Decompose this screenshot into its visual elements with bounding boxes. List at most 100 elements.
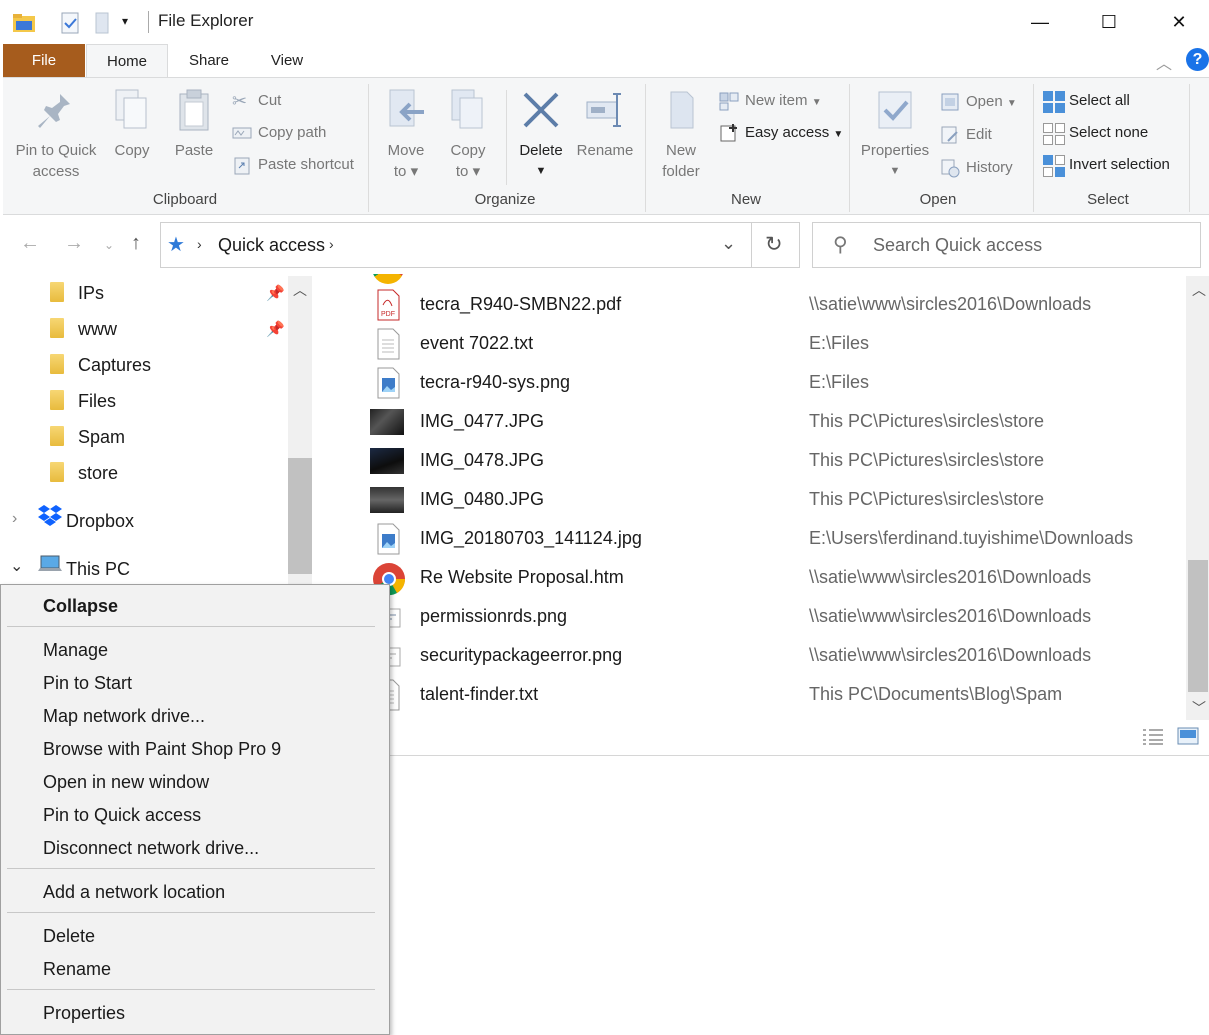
list-item[interactable]: IMG_20180703_141124.jpg E:\Users\ferdina… [316, 520, 1186, 559]
menu-item-add-network-location[interactable]: Add a network location [43, 878, 225, 906]
quick-access-star-icon: ★ [167, 234, 185, 256]
list-item[interactable]: event 7022.txt E:\Files [316, 325, 1186, 364]
menu-item-pin-quick-access[interactable]: Pin to Quick access [43, 801, 201, 829]
new-folder-icon [659, 86, 703, 134]
details-view-icon[interactable] [1142, 728, 1164, 751]
up-arrow-icon[interactable]: ↑ [131, 232, 141, 255]
window-title: File Explorer [158, 11, 254, 30]
menu-item-pin-to-start[interactable]: Pin to Start [43, 669, 132, 697]
folder-icon [50, 318, 64, 339]
tab-view[interactable]: View [250, 44, 324, 77]
menu-separator [7, 912, 375, 913]
delete-button[interactable]: Delete ▼ [513, 86, 569, 182]
search-box[interactable]: ⚲ Search Quick access [812, 222, 1201, 268]
tab-share[interactable]: Share [170, 44, 248, 77]
close-button[interactable]: ✕ [1156, 0, 1202, 44]
file-list-scrollbar-thumb[interactable] [1188, 560, 1208, 692]
pinned-icon[interactable]: 📌 [266, 320, 285, 338]
new-item-button[interactable]: New item ▼ [719, 89, 822, 113]
invert-selection-button[interactable]: Invert selection [1043, 153, 1170, 178]
expand-chevron-icon[interactable]: › [12, 510, 17, 528]
new-item-icon [719, 91, 739, 111]
move-to-icon [384, 86, 428, 134]
scroll-down-icon[interactable]: ﹀ [1192, 698, 1206, 718]
pdf-icon: PDF [372, 289, 404, 321]
rename-button[interactable]: Rename [575, 86, 635, 161]
nav-item-store[interactable]: store [50, 456, 118, 490]
breadcrumb-chevron-icon[interactable]: › [329, 236, 334, 252]
nav-scrollbar-thumb[interactable] [288, 458, 312, 574]
list-item[interactable]: tecra-r940-sys.png E:\Files [316, 364, 1186, 403]
large-icons-view-icon[interactable] [1177, 727, 1199, 750]
list-item[interactable]: talent-finder.txt This PC\Documents\Blog… [316, 676, 1186, 715]
menu-item-collapse[interactable]: Collapse [43, 592, 118, 620]
pinned-icon[interactable]: 📌 [266, 284, 285, 302]
address-bar[interactable]: ★ › Quick access › ⌄ ↻ [160, 222, 800, 268]
menu-item-delete[interactable]: Delete [43, 922, 95, 950]
menu-item-rename[interactable]: Rename [43, 955, 111, 983]
nav-item-ips[interactable]: IPs [50, 276, 104, 310]
menu-item-browse-psp[interactable]: Browse with Paint Shop Pro 9 [43, 735, 281, 763]
list-item[interactable]: IMG_0478.JPG This PC\Pictures\sircles\st… [316, 442, 1186, 481]
list-item[interactable]: IMG_0480.JPG This PC\Pictures\sircles\st… [316, 481, 1186, 520]
list-item[interactable]: permissionrds.png \\satie\www\sircles201… [316, 598, 1186, 637]
select-all-button[interactable]: Select all [1043, 89, 1130, 114]
paste-button[interactable]: Paste [169, 86, 219, 161]
nav-item-captures[interactable]: Captures [50, 348, 151, 382]
pin-to-quick-access-button[interactable]: Pin to Quick access [11, 86, 101, 182]
minimize-button[interactable]: — [1017, 0, 1063, 44]
address-row: ← → ⌄ ↑ ★ › Quick access › ⌄ ↻ ⚲ Search … [0, 216, 1209, 274]
list-item[interactable]: Re Website Proposal.htm \\satie\www\sirc… [316, 559, 1186, 598]
list-item[interactable]: securitypackageerror.png \\satie\www\sir… [316, 637, 1186, 676]
nav-item-this-pc[interactable]: This PC [38, 552, 130, 586]
paste-shortcut-button[interactable]: Paste shortcut [232, 153, 354, 177]
ribbon-tabs: File Home Share View ︿ ? [0, 44, 1209, 78]
nav-item-spam[interactable]: Spam [50, 420, 125, 454]
select-none-button[interactable]: Select none [1043, 121, 1148, 146]
nav-item-www[interactable]: www [50, 312, 117, 346]
list-item[interactable]: PDF tecra_R940-SMBN22.pdf \\satie\www\si… [316, 286, 1186, 325]
back-arrow-icon[interactable]: ← [20, 232, 40, 255]
open-button[interactable]: Open ▼ [940, 90, 1017, 114]
new-folder-qat-icon[interactable] [94, 12, 110, 39]
select-group-label: Select [1087, 191, 1129, 208]
forward-arrow-icon[interactable]: → [64, 232, 84, 255]
scroll-up-icon[interactable]: ︿ [293, 280, 307, 300]
recent-locations-chevron-icon[interactable]: ⌄ [104, 238, 114, 252]
tab-file[interactable]: File [3, 44, 85, 77]
breadcrumb-chevron-icon[interactable]: › [197, 236, 202, 252]
breadcrumb-quick-access[interactable]: Quick access [218, 235, 325, 256]
folder-icon [50, 282, 64, 303]
easy-access-button[interactable]: Easy access ▼ [719, 121, 843, 145]
nav-item-dropbox[interactable]: Dropbox [38, 504, 134, 538]
tab-home[interactable]: Home [86, 44, 168, 78]
list-item[interactable]: IMG_0477.JPG This PC\Pictures\sircles\st… [316, 403, 1186, 442]
history-button[interactable]: History [940, 156, 1013, 180]
scroll-up-icon[interactable]: ︿ [1192, 280, 1206, 300]
new-folder-button[interactable]: New folder [653, 86, 709, 182]
copy-button[interactable]: Copy [107, 86, 157, 161]
maximize-button[interactable]: ☐ [1086, 0, 1132, 44]
copy-path-button[interactable]: Copy path [232, 121, 326, 145]
edit-button[interactable]: Edit [940, 123, 992, 147]
menu-item-open-new-window[interactable]: Open in new window [43, 768, 209, 796]
properties-qat-icon[interactable] [60, 12, 80, 39]
cut-button[interactable]: ✂ Cut [232, 89, 281, 113]
menu-item-properties[interactable]: Properties [43, 999, 125, 1027]
collapse-ribbon-icon[interactable]: ︿ [1156, 50, 1172, 74]
qat-dropdown-icon[interactable]: ▾ [122, 14, 128, 28]
help-icon[interactable]: ? [1186, 48, 1209, 71]
copy-icon [110, 86, 154, 134]
menu-item-disconnect-network-drive[interactable]: Disconnect network drive... [43, 834, 259, 862]
address-dropdown-icon[interactable]: ⌄ [721, 233, 736, 254]
select-all-icon [1043, 91, 1065, 114]
ribbon-separator [1033, 84, 1034, 212]
menu-item-map-network-drive[interactable]: Map network drive... [43, 702, 205, 730]
menu-item-manage[interactable]: Manage [43, 636, 108, 664]
properties-button[interactable]: Properties ▼ [857, 86, 933, 182]
refresh-icon[interactable]: ↻ [765, 232, 783, 257]
nav-item-files[interactable]: Files [50, 384, 116, 418]
collapse-chevron-icon[interactable]: ⌄ [10, 556, 23, 576]
move-to-button[interactable]: Move to ▾ [381, 86, 431, 182]
copy-to-button[interactable]: Copy to ▾ [443, 86, 493, 182]
